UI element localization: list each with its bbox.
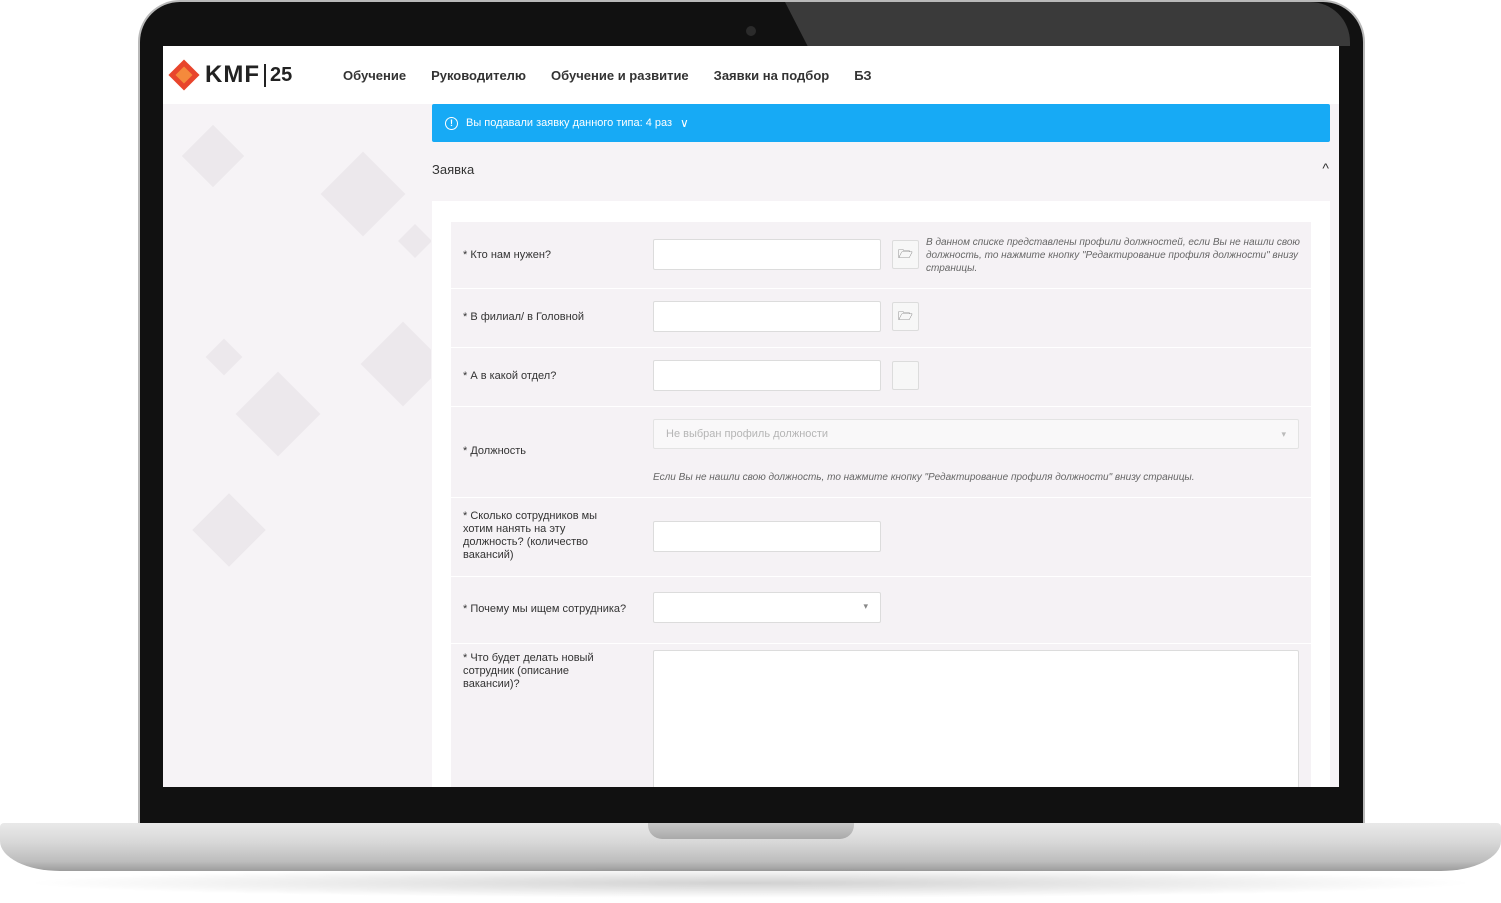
form-row-branch: * В филиал/ в Головной 🗁 — [451, 289, 1311, 348]
who-needed-input[interactable] — [653, 239, 881, 270]
chevron-up-icon[interactable]: ^ — [1322, 160, 1329, 176]
position-label: * Должность — [463, 445, 527, 457]
position-placeholder: Не выбран профиль должности — [666, 428, 829, 440]
branch-browse-button[interactable]: 🗁 — [892, 302, 919, 331]
left-decor-panel — [163, 104, 446, 787]
laptop-notch — [648, 823, 854, 839]
folder-icon: 🗁 — [898, 247, 913, 261]
decor-diamond — [235, 371, 321, 457]
folder-icon: 🗁 — [898, 309, 913, 323]
decor-diamond — [398, 224, 432, 258]
form-row-department: * А в какой отдел? — [451, 348, 1311, 407]
form-row-reason: * Почему мы ищем сотрудника? ▾ — [451, 577, 1311, 644]
branch-input[interactable] — [653, 301, 881, 332]
info-icon: ! — [445, 116, 458, 130]
submission-alert[interactable]: ! Вы подавали заявку данного типа: 4 раз… — [432, 104, 1330, 142]
logo-number: 25 — [263, 63, 292, 87]
description-label: * Что будет делать новый сотрудник (опис… — [463, 652, 594, 690]
department-browse-button[interactable] — [892, 361, 919, 390]
reason-label: * Почему мы ищем сотрудника? — [463, 603, 627, 615]
main-content: ! Вы подавали заявку данного типа: 4 раз… — [431, 104, 1339, 787]
form-row-who-needed: * Кто нам нужен? 🗁 В данном списке предс… — [451, 222, 1311, 289]
decor-diamond — [181, 124, 245, 188]
camera-icon — [746, 26, 756, 36]
department-input[interactable] — [653, 360, 881, 391]
logo-text: KMF — [205, 61, 260, 88]
form-row-count: * Сколько сотрудников мы хотим нанять на… — [451, 498, 1311, 577]
who-needed-hint: В данном списке представлены профили дол… — [926, 237, 1300, 274]
main-nav: Обучение Руководителю Обучение и развити… — [343, 68, 872, 83]
brand-logo[interactable]: KMF 25 — [167, 59, 337, 91]
count-label: * Сколько сотрудников мы хотим нанять на… — [463, 510, 598, 561]
chevron-down-icon[interactable]: ∨ — [680, 116, 689, 130]
description-textarea[interactable] — [653, 650, 1299, 787]
bezel-glare — [785, 2, 1350, 46]
decor-diamond — [205, 338, 243, 376]
request-form: * Кто нам нужен? 🗁 В данном списке предс… — [432, 201, 1330, 787]
decor-diamond — [320, 151, 406, 237]
caret-down-icon: ▾ — [1281, 429, 1286, 439]
kmf-logo-icon — [168, 59, 200, 91]
position-select[interactable]: Не выбран профиль должности ▾ — [653, 419, 1299, 449]
who-needed-browse-button[interactable]: 🗁 — [892, 240, 919, 269]
screen: KMF 25 Обучение Руководителю Обучение и … — [163, 46, 1339, 787]
nav-item-recruitment-requests[interactable]: Заявки на подбор — [714, 68, 830, 83]
nav-item-training[interactable]: Обучение — [343, 68, 406, 83]
decor-diamond — [192, 493, 266, 567]
count-input[interactable] — [653, 521, 881, 552]
position-hint: Если Вы не нашли свою должность, то нажм… — [653, 472, 1195, 483]
who-needed-label: * Кто нам нужен? — [463, 249, 552, 261]
nav-item-knowledge-base[interactable]: БЗ — [854, 68, 871, 83]
department-label: * А в какой отдел? — [463, 370, 557, 382]
section-title: Заявка — [432, 162, 475, 177]
alert-text: Вы подавали заявку данного типа: 4 раз — [466, 117, 673, 129]
top-navbar: KMF 25 Обучение Руководителю Обучение и … — [163, 46, 1339, 104]
branch-label: * В филиал/ в Головной — [463, 311, 584, 323]
reason-select[interactable]: ▾ — [653, 592, 881, 623]
laptop-shadow — [20, 868, 1481, 898]
form-row-position: * Должность Не выбран профиль должности … — [451, 407, 1311, 498]
nav-item-training-development[interactable]: Обучение и развитие — [551, 68, 689, 83]
form-row-description: * Что будет делать новый сотрудник (опис… — [451, 644, 1311, 787]
caret-down-icon: ▾ — [863, 601, 868, 611]
nav-item-manager[interactable]: Руководителю — [431, 68, 526, 83]
